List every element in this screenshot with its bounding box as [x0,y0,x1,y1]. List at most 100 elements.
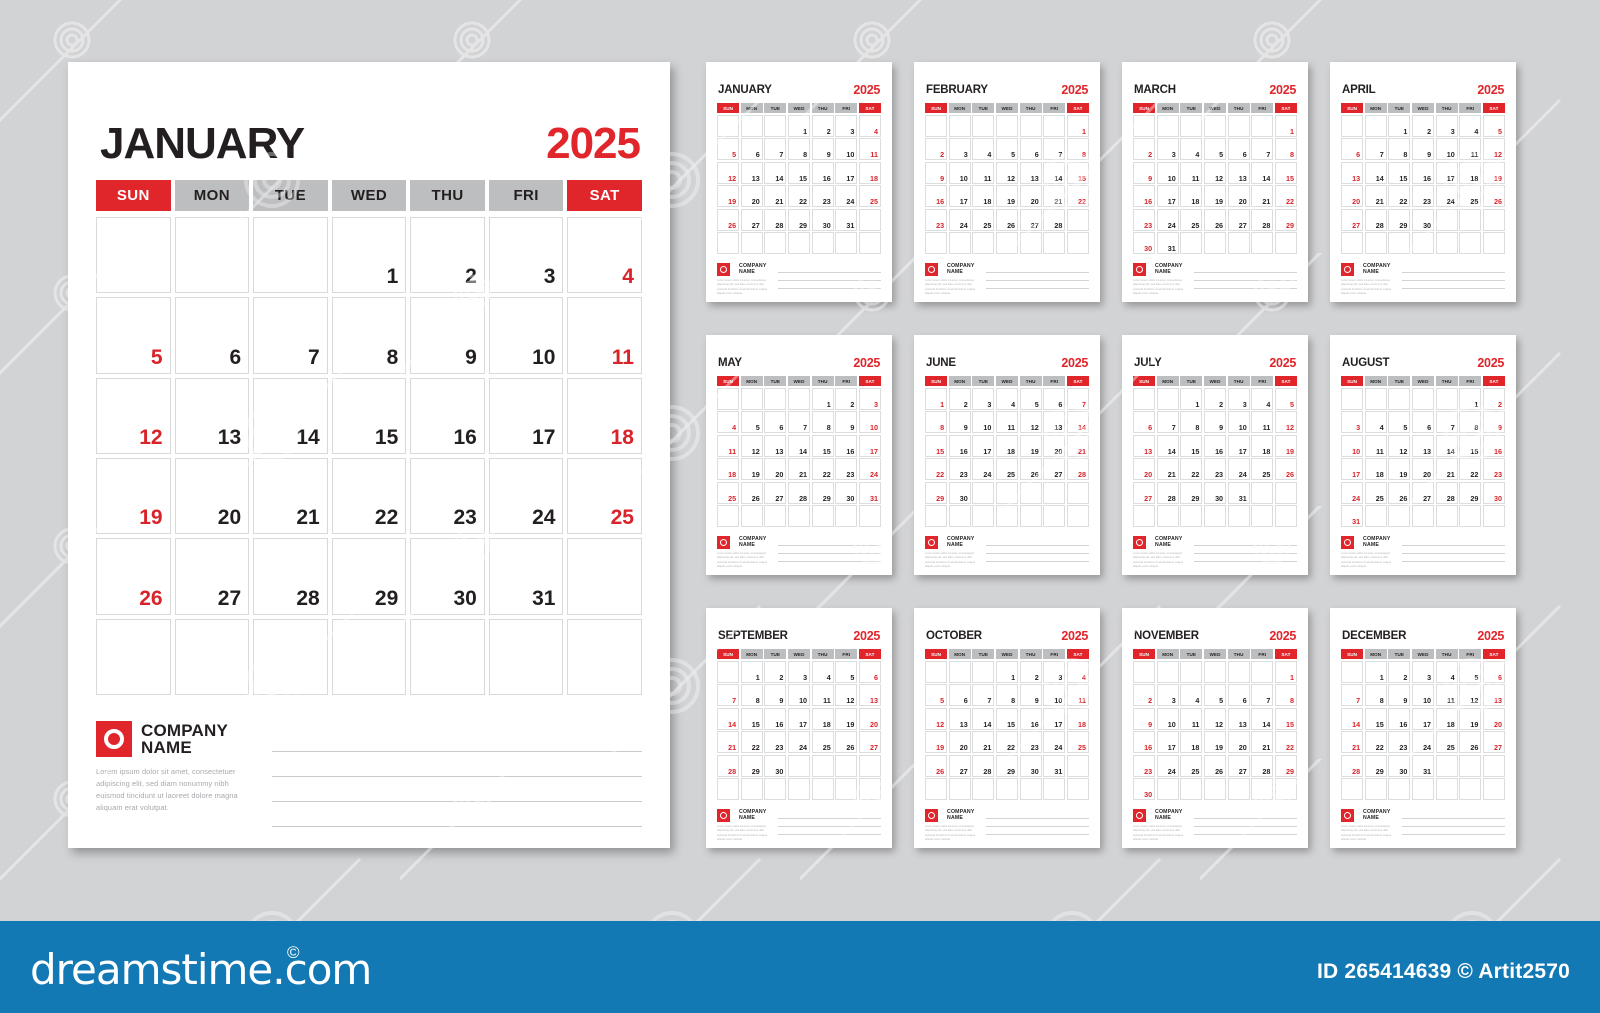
mini-date-cell[interactable]: 30 [1203,481,1227,504]
mini-date-cell[interactable]: 26 [1274,458,1297,481]
mini-date-cell[interactable]: 21 [1156,458,1179,481]
main-date-cell[interactable]: 8 [331,297,407,374]
mini-date-cell[interactable] [764,778,787,800]
mini-date-cell[interactable]: 25 [858,185,881,208]
mini-date-cell[interactable]: 23 [948,458,971,481]
mini-date-cell[interactable]: 3 [1043,661,1066,683]
mini-date-cell[interactable]: 4 [972,138,995,161]
mini-date-cell[interactable]: 7 [1251,684,1274,707]
mini-date-cell[interactable]: 29 [1274,754,1297,777]
mini-date-cell[interactable]: 17 [972,434,995,457]
mini-date-cell[interactable] [858,208,881,231]
mini-date-cell[interactable]: 25 [1180,208,1203,231]
mini-date-cell[interactable] [1459,232,1482,254]
mini-date-cell[interactable]: 14 [1341,707,1364,730]
mini-date-cell[interactable]: 7 [1251,138,1274,161]
mini-date-cell[interactable]: 1 [740,661,763,683]
mini-date-cell[interactable]: 31 [835,208,858,231]
mini-date-cell[interactable]: 24 [1435,185,1458,208]
mini-date-cell[interactable]: 9 [764,684,787,707]
mini-date-cell[interactable]: 5 [1482,115,1505,137]
mini-date-cell[interactable]: 6 [1411,411,1435,434]
mini-date-cell[interactable]: 7 [787,411,811,434]
note-line[interactable] [778,538,881,546]
mini-date-cell[interactable]: 8 [1388,138,1411,161]
mini-date-cell[interactable] [1066,754,1089,777]
note-line[interactable] [986,819,1089,827]
mini-date-cell[interactable]: 23 [1203,458,1227,481]
mini-date-cell[interactable]: 10 [787,684,811,707]
mini-date-cell[interactable] [1180,661,1203,683]
mini-date-cell[interactable] [811,232,834,254]
main-date-cell[interactable]: 18 [567,377,642,454]
mini-date-cell[interactable] [1251,232,1274,254]
mini-date-cell[interactable] [1341,232,1364,254]
mini-date-cell[interactable] [1180,232,1203,254]
mini-date-cell[interactable]: 15 [787,161,811,184]
mini-date-cell[interactable] [1251,778,1274,800]
mini-date-cell[interactable]: 2 [1203,388,1227,410]
mini-date-cell[interactable] [1180,115,1203,137]
mini-date-cell[interactable] [717,115,740,137]
mini-date-cell[interactable]: 12 [925,707,948,730]
mini-date-cell[interactable] [1156,505,1179,527]
note-line[interactable] [778,811,881,819]
main-date-cell[interactable]: 17 [488,377,564,454]
mini-date-cell[interactable] [1364,388,1387,410]
mini-date-cell[interactable]: 13 [1227,707,1250,730]
mini-date-cell[interactable]: 30 [948,481,971,504]
mini-date-cell[interactable]: 16 [1133,185,1156,208]
mini-date-cell[interactable]: 5 [1459,661,1482,683]
mini-date-cell[interactable]: 19 [1274,434,1297,457]
mini-date-cell[interactable]: 25 [972,208,995,231]
mini-date-cell[interactable] [972,232,995,254]
mini-date-cell[interactable]: 25 [995,458,1019,481]
mini-date-cell[interactable]: 16 [835,434,858,457]
mini-date-cell[interactable]: 12 [717,161,740,184]
mini-date-cell[interactable] [858,505,881,527]
mini-date-cell[interactable]: 1 [1459,388,1482,410]
mini-date-cell[interactable]: 27 [948,754,971,777]
mini-date-cell[interactable]: 22 [740,731,763,754]
mini-date-cell[interactable]: 4 [811,661,834,683]
mini-date-cell[interactable] [1019,778,1042,800]
mini-date-cell[interactable] [1459,505,1482,527]
mini-date-cell[interactable]: 24 [948,208,971,231]
mini-date-cell[interactable] [948,505,971,527]
mini-date-cell[interactable]: 12 [995,161,1019,184]
mini-date-cell[interactable]: 1 [1066,115,1089,137]
mini-date-cell[interactable]: 24 [1341,481,1364,504]
mini-date-cell[interactable] [764,505,787,527]
note-line[interactable] [272,802,642,827]
mini-date-cell[interactable] [764,115,787,137]
mini-date-cell[interactable]: 14 [764,161,787,184]
mini-date-cell[interactable]: 24 [835,185,858,208]
mini-date-cell[interactable]: 27 [1133,481,1156,504]
mini-date-cell[interactable]: 23 [1411,185,1435,208]
mini-date-cell[interactable]: 21 [1251,185,1274,208]
mini-date-cell[interactable] [1435,778,1458,800]
mini-date-cell[interactable]: 20 [1227,731,1250,754]
mini-date-cell[interactable]: 23 [1388,731,1411,754]
main-date-cell[interactable]: 22 [331,458,407,535]
mini-date-cell[interactable] [1043,778,1066,800]
main-date-cell[interactable]: 4 [567,217,642,294]
mini-date-cell[interactable]: 21 [1435,458,1458,481]
mini-date-cell[interactable]: 4 [717,411,740,434]
mini-date-cell[interactable] [1180,505,1203,527]
mini-date-cell[interactable]: 17 [787,707,811,730]
mini-date-cell[interactable]: 30 [1411,208,1435,231]
mini-date-cell[interactable]: 13 [764,434,787,457]
main-date-cell[interactable]: 31 [488,538,564,615]
mini-date-cell[interactable]: 20 [764,458,787,481]
mini-date-cell[interactable]: 22 [1364,731,1387,754]
mini-date-cell[interactable]: 27 [740,208,763,231]
mini-date-cell[interactable]: 23 [925,208,948,231]
mini-date-cell[interactable]: 15 [1364,707,1387,730]
mini-date-cell[interactable] [764,388,787,410]
mini-date-cell[interactable]: 17 [1227,434,1250,457]
mini-date-cell[interactable] [948,661,971,683]
main-date-cell[interactable] [567,538,642,615]
mini-date-cell[interactable]: 3 [1156,684,1179,707]
mini-date-cell[interactable]: 11 [858,138,881,161]
